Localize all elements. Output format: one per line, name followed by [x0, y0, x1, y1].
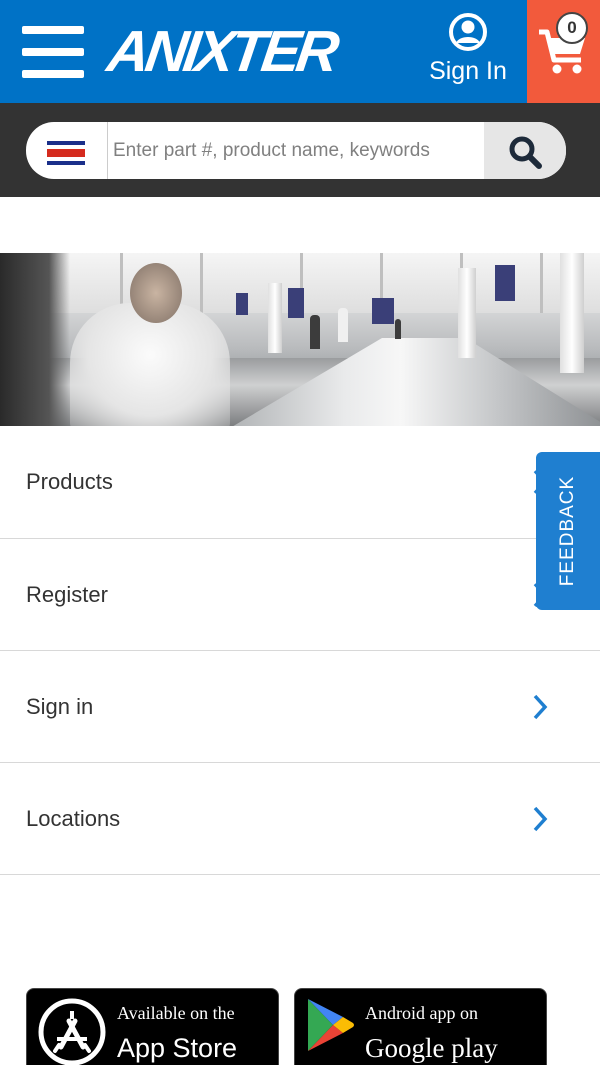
- anixter-logo[interactable]: ANIXTER: [104, 19, 340, 84]
- search-icon: [509, 136, 542, 169]
- google-play-line2: Google play: [365, 1033, 498, 1063]
- feedback-tab[interactable]: FEEDBACK: [536, 452, 600, 610]
- search-input[interactable]: [109, 122, 485, 179]
- sign-in-label: Sign In: [429, 57, 507, 85]
- sign-in-button[interactable]: Sign In: [422, 12, 514, 92]
- search-button[interactable]: [484, 122, 566, 179]
- google-play-line1: Android app on: [365, 1003, 478, 1023]
- chevron-right-icon: [533, 806, 548, 832]
- costa-rica-flag-icon: [47, 141, 85, 165]
- menu-item-label: Products: [26, 469, 113, 494]
- hamburger-menu-icon[interactable]: [22, 26, 84, 78]
- menu-item-label: Register: [26, 582, 108, 607]
- country-selector[interactable]: [26, 122, 108, 179]
- top-header: ANIXTER Sign In 0: [0, 0, 600, 103]
- menu-item-register[interactable]: Register: [0, 539, 600, 651]
- feedback-label: FEEDBACK: [557, 475, 578, 587]
- cart-count-badge: 0: [556, 12, 588, 44]
- app-store-badge[interactable]: Available on the App Store: [26, 988, 279, 1065]
- menu-item-products[interactable]: Products: [0, 426, 600, 539]
- search-bar: [0, 103, 600, 197]
- menu-item-label: Sign in: [26, 694, 94, 719]
- user-circle-icon: [449, 13, 487, 51]
- hero-banner-image: [0, 253, 600, 426]
- app-store-icon: [38, 998, 106, 1065]
- google-play-icon: [308, 999, 354, 1051]
- chevron-right-icon: [533, 694, 548, 720]
- search-container: [26, 122, 566, 179]
- nav-menu-list: Products Register Sign in Locations: [0, 426, 600, 875]
- google-play-badge[interactable]: Android app on Google play: [294, 988, 547, 1065]
- app-store-line1: Available on the: [117, 1003, 235, 1023]
- menu-item-locations[interactable]: Locations: [0, 763, 600, 875]
- menu-item-sign-in[interactable]: Sign in: [0, 651, 600, 763]
- menu-item-label: Locations: [26, 806, 121, 831]
- app-store-line2: App Store: [117, 1033, 238, 1063]
